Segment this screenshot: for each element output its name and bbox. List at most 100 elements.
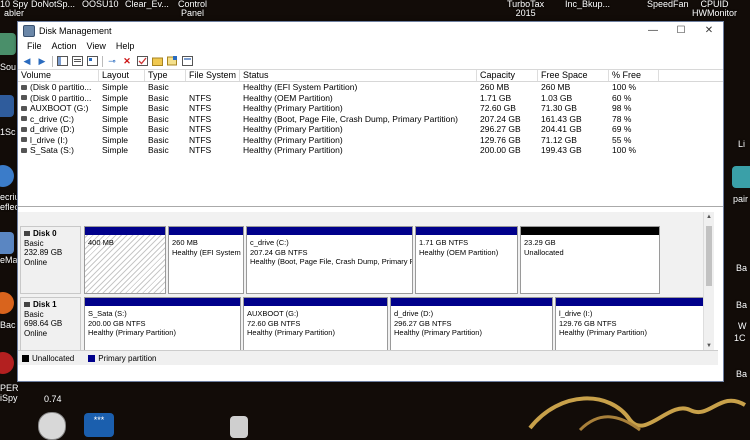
desktop-app-icon[interactable] <box>732 166 750 188</box>
settings-icon[interactable] <box>181 56 193 67</box>
partition-name: S_Sata (S:) <box>88 309 127 318</box>
table-row[interactable]: d_drive (D:) Simple Basic NTFS Healthy (… <box>18 124 723 135</box>
partition-block[interactable]: 400 MB <box>84 226 166 294</box>
percent-free-cell: 78 % <box>612 113 632 124</box>
free-space-cell: 161.43 GB <box>541 113 582 124</box>
desktop-icon-donotspy[interactable]: DoNotSp... <box>31 0 75 9</box>
delete-icon[interactable]: ✕ <box>121 56 133 67</box>
table-row[interactable]: (Disk 0 partitio... Simple Basic NTFS He… <box>18 93 723 104</box>
disk-name-line: Disk 0 <box>24 229 77 239</box>
partition-block[interactable]: c_drive (C:) 207.24 GB NTFS Healthy (Boo… <box>246 226 413 294</box>
partition-status: Healthy (Primary Partition) <box>559 328 647 337</box>
desktop-icon-speedfan[interactable]: SpeedFan <box>647 0 689 9</box>
folder-icon[interactable] <box>151 56 163 67</box>
desktop-label: Ba <box>736 300 748 310</box>
scroll-up-icon[interactable]: ▲ <box>704 214 714 220</box>
volume-cell: l_drive (I:) <box>18 135 99 146</box>
scrollbar-thumb[interactable] <box>706 226 712 286</box>
status-cell: Healthy (Primary Partition) <box>243 124 343 134</box>
disk-name: Disk 1 <box>33 300 57 309</box>
connect-icon[interactable]: ⊸ <box>106 56 118 67</box>
legend-label: Unallocated <box>32 353 75 363</box>
column-header-layout[interactable]: Layout <box>99 70 145 81</box>
partition-bar <box>85 227 165 235</box>
check-icon[interactable] <box>136 56 148 67</box>
table-row[interactable]: AUXBOOT (G:) Simple Basic NTFS Healthy (… <box>18 103 723 114</box>
column-header-percent-free[interactable]: % Free <box>609 70 659 81</box>
partition-name: c_drive (C:) <box>250 238 289 247</box>
volume-icon <box>21 105 27 111</box>
column-header-capacity[interactable]: Capacity <box>477 70 538 81</box>
desktop-icon-oosu10[interactable]: OOSU10 <box>82 0 119 9</box>
disk-info[interactable]: Disk 0 Basic 232.89 GB Online <box>20 226 81 294</box>
table-row[interactable]: l_drive (I:) Simple Basic NTFS Healthy (… <box>18 135 723 146</box>
desktop-icon-control-panel[interactable]: Control Panel <box>178 0 207 18</box>
table-row[interactable]: c_drive (C:) Simple Basic NTFS Healthy (… <box>18 114 723 125</box>
column-header-file-system[interactable]: File System <box>186 70 240 81</box>
scroll-down-icon[interactable]: ▼ <box>704 343 714 349</box>
desktop-icon-10spy[interactable]: 10 Spy abler <box>0 0 28 18</box>
desktop-label: Bac <box>0 320 16 330</box>
menu-file[interactable]: File <box>22 41 47 51</box>
minimize-button[interactable]: — <box>639 22 667 39</box>
partition-size: 260 MB <box>172 238 198 247</box>
toolbar-separator <box>102 55 103 67</box>
console-tree-icon[interactable] <box>56 56 68 67</box>
table-row[interactable]: S_Sata (S:) Simple Basic NTFS Healthy (P… <box>18 145 723 156</box>
desktop-label: Inc_Bkup... <box>565 0 611 9</box>
partition-status: Healthy (OEM Partition) <box>419 247 499 257</box>
menu-view[interactable]: View <box>82 41 111 51</box>
desktop-app-icon[interactable] <box>0 352 14 374</box>
disk-0-row: Disk 0 Basic 232.89 GB Online 400 MB 260… <box>20 226 714 294</box>
desktop-app-icon[interactable] <box>0 292 14 314</box>
partition-size: 23.29 GB <box>524 238 556 247</box>
partition-status: Unallocated <box>524 247 564 257</box>
close-button[interactable]: ✕ <box>695 22 723 39</box>
title-bar[interactable]: Disk Management — ☐ ✕ <box>18 22 723 39</box>
password-icon[interactable]: *** <box>84 413 114 437</box>
column-header-status[interactable]: Status <box>240 70 477 81</box>
free-space-cell: 71.30 GB <box>541 103 577 113</box>
partition-size: 129.76 GB NTFS <box>559 318 617 328</box>
desktop-app-icon[interactable] <box>0 165 14 187</box>
partition-size: 400 MB <box>88 238 114 247</box>
capacity-cell: 72.60 GB <box>480 103 516 113</box>
partition-size: 296.27 GB NTFS <box>394 318 452 328</box>
column-header-free-space[interactable]: Free Space <box>538 70 609 81</box>
legend: Unallocated Primary partition <box>18 350 718 365</box>
new-volume-icon[interactable] <box>166 56 178 67</box>
file-system-cell: NTFS <box>189 124 212 134</box>
free-space-cell: 71.12 GB <box>541 134 577 145</box>
desktop-app-icon[interactable] <box>0 95 14 117</box>
desktop-app-icon[interactable] <box>0 33 16 55</box>
partition-text: 400 MB <box>85 235 165 251</box>
desktop-icon-hwmonitor[interactable]: CPUID HWMonitor <box>692 0 737 18</box>
desktop-icon-turbotax[interactable]: TurboTax 2015 <box>507 0 544 18</box>
partition-block[interactable]: 260 MB Healthy (EFI System <box>168 226 244 294</box>
percent-free-cell: 98 % <box>612 103 632 113</box>
volume-icon <box>21 137 27 143</box>
graph-scrollbar[interactable]: ▲ ▼ <box>703 212 714 351</box>
desktop-app-icon[interactable] <box>0 232 14 254</box>
volume-cell: S_Sata (S:) <box>18 145 99 156</box>
column-header-type[interactable]: Type <box>145 70 186 81</box>
lock-icon[interactable] <box>38 412 66 440</box>
desktop-label: PER <box>0 383 19 393</box>
properties-icon[interactable] <box>86 56 98 67</box>
table-row[interactable]: (Disk 0 partitio... Simple Basic Healthy… <box>18 82 723 93</box>
partition-block[interactable]: 1.71 GB NTFS Healthy (OEM Partition) <box>415 226 518 294</box>
desktop-icon-inc-bkup[interactable]: Inc_Bkup... <box>565 0 610 9</box>
forward-icon[interactable]: ▶ <box>36 56 48 67</box>
partition-status: Healthy (Primary Partition) <box>247 328 335 337</box>
document-icon[interactable] <box>230 416 248 438</box>
help-icon[interactable] <box>71 56 83 67</box>
column-header-volume[interactable]: Volume <box>18 70 99 81</box>
partition-text: l_drive (I:) 129.76 GB NTFS Healthy (Pri… <box>556 306 704 341</box>
menu-action[interactable]: Action <box>47 41 82 51</box>
desktop-icon-clear-ev[interactable]: Clear_Ev... <box>125 0 169 9</box>
partition-block[interactable]: 23.29 GB Unallocated <box>520 226 660 294</box>
maximize-button[interactable]: ☐ <box>667 22 695 39</box>
menu-help[interactable]: Help <box>111 41 140 51</box>
back-icon[interactable]: ◀ <box>21 56 33 67</box>
legend-label: Primary partition <box>98 353 157 363</box>
